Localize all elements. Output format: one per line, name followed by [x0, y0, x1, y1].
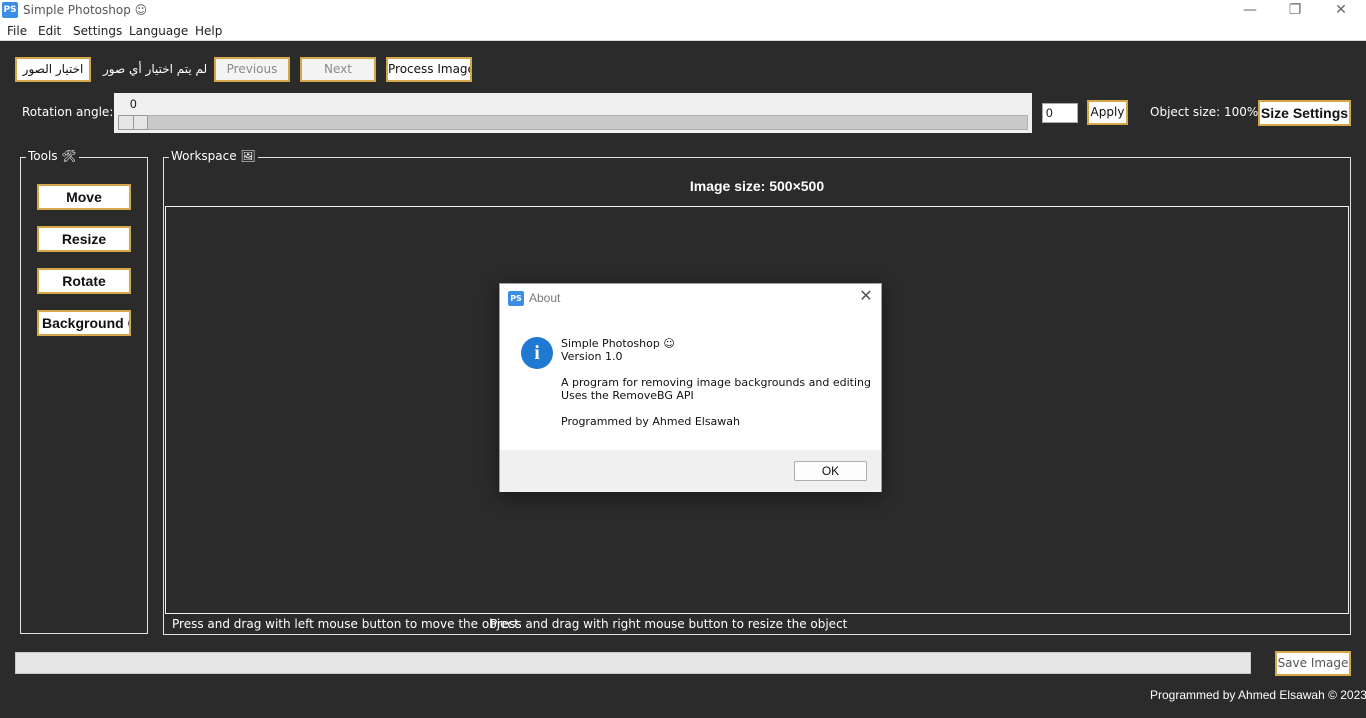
menu-bar: File Edit Settings Language Help	[0, 21, 1366, 41]
about-description: A program for removing image backgrounds…	[561, 376, 871, 389]
dialog-app-icon: PS	[508, 291, 524, 306]
resize-tool-button[interactable]: Resize	[37, 226, 131, 252]
size-settings-button[interactable]: Size Settings	[1258, 100, 1351, 126]
previous-button[interactable]: Previous	[214, 57, 290, 82]
about-version: Version 1.0	[561, 350, 623, 363]
object-size-label: Object size: 100%	[1150, 105, 1259, 119]
tools-group-title: Tools 🛠	[26, 149, 79, 163]
process-image-button[interactable]: Process Image	[386, 57, 472, 82]
save-image-button[interactable]: Save Image	[1275, 651, 1351, 676]
close-window-button[interactable]: ✕	[1318, 0, 1364, 21]
about-app-name: Simple Photoshop ☺	[561, 337, 675, 350]
ok-button[interactable]: OK	[794, 461, 867, 481]
dialog-title: About	[529, 291, 561, 305]
rotation-slider-panel: 0	[114, 93, 1032, 133]
app-icon: PS	[2, 2, 18, 18]
credit-text: Programmed by Ahmed Elsawah © 2023	[1150, 688, 1366, 702]
rotate-tool-button[interactable]: Rotate	[37, 268, 131, 294]
minimize-button[interactable]: —	[1227, 0, 1273, 21]
about-api: Uses the RemoveBG API	[561, 389, 694, 402]
rotation-slider-track[interactable]	[118, 115, 1028, 130]
move-hint: Press and drag with left mouse button to…	[172, 617, 519, 631]
choose-images-button[interactable]: اختيار الصور	[15, 57, 91, 82]
menu-help[interactable]: Help	[195, 24, 222, 38]
image-size-label: Image size: 500×500	[689, 178, 825, 194]
rotation-angle-input[interactable]: 0	[1042, 103, 1078, 123]
menu-settings[interactable]: Settings	[73, 24, 122, 38]
window-title: Simple Photoshop ☺	[23, 3, 148, 17]
next-button[interactable]: Next	[300, 57, 376, 82]
menu-edit[interactable]: Edit	[38, 24, 61, 38]
menu-file[interactable]: File	[7, 24, 27, 38]
rotation-angle-label: Rotation angle:	[22, 105, 114, 119]
rotation-slider-value: 0	[130, 97, 137, 111]
about-dialog: PS About ✕ i Simple Photoshop ☺ Version …	[499, 283, 882, 492]
background-color-tool-button[interactable]: Background C	[37, 310, 131, 336]
info-icon: i	[521, 337, 553, 369]
workspace-group-title: Workspace 🖼	[169, 149, 258, 163]
resize-hint: Press and drag with right mouse button t…	[490, 617, 848, 631]
restore-button[interactable]: ❐	[1272, 0, 1318, 21]
apply-button[interactable]: Apply	[1087, 100, 1128, 125]
rotation-slider-thumb[interactable]	[118, 115, 148, 130]
dialog-close-icon[interactable]: ✕	[857, 288, 875, 306]
menu-language[interactable]: Language	[129, 24, 188, 38]
about-author: Programmed by Ahmed Elsawah	[561, 415, 741, 428]
title-bar: PS Simple Photoshop ☺ — ❐ ✕	[0, 0, 1366, 21]
no-images-status: لم يتم اختيار أي صور	[103, 62, 208, 76]
progress-bar	[15, 652, 1251, 674]
